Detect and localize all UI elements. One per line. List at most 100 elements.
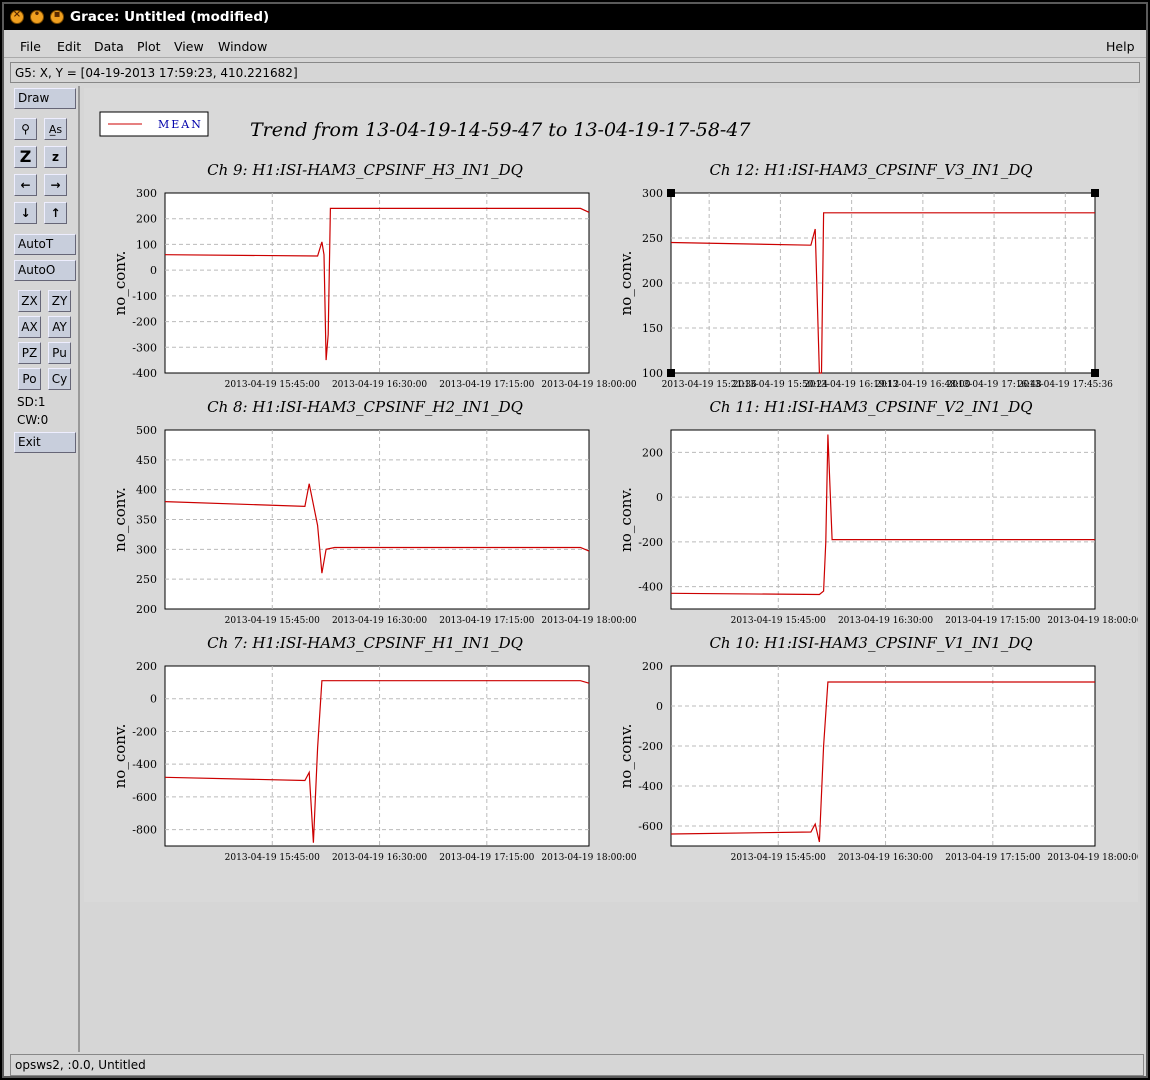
x-tick-label: 2013-04-19 16:30:00 [332, 380, 427, 390]
y-tick-label: -200 [638, 536, 663, 549]
window-title: Grace: Untitled (modified) [70, 9, 270, 25]
x-tick-label: 2013-04-19 18:00:00 [1047, 616, 1138, 626]
ay-button[interactable]: AY [48, 316, 71, 338]
title-bar[interactable]: × • ▪ Grace: Untitled (modified) [4, 4, 1146, 30]
y-tick-label: -200 [132, 725, 157, 738]
zy-button[interactable]: ZY [48, 290, 71, 312]
pu-button[interactable]: Pu [48, 342, 71, 364]
scroll-right-button[interactable]: → [44, 174, 67, 196]
scroll-up-button[interactable]: ↑ [44, 202, 67, 224]
y-tick-label: 200 [136, 213, 157, 226]
y-tick-label: -400 [638, 780, 663, 793]
autoo-button[interactable]: AutoO [14, 260, 76, 281]
status-bar: opsws2, :0.0, Untitled [10, 1054, 1144, 1076]
menu-help[interactable]: Help [1106, 39, 1135, 54]
y-tick-label: -200 [132, 316, 157, 329]
menu-edit[interactable]: Edit [57, 39, 81, 54]
menu-file[interactable]: File [20, 39, 41, 54]
legend-box: MEAN [99, 111, 209, 137]
maximize-icon[interactable]: ▪ [50, 9, 64, 24]
chart-title: Ch 7: H1:ISI-HAM3_CPSINF_H1_IN1_DQ [207, 634, 523, 652]
plot-title: Trend from 13-04-19-14-59-47 to 13-04-19… [250, 119, 751, 141]
grace-window: × • ▪ Grace: Untitled (modified) File Ed… [2, 2, 1148, 1078]
x-tick-label: 2013-04-19 15:45:00 [731, 853, 826, 863]
y-tick-label: 150 [642, 322, 663, 335]
zoom-large-icon: Z [19, 147, 32, 166]
y-tick-label: 200 [642, 446, 663, 459]
y-tick-label: 200 [136, 660, 157, 673]
zoom-button[interactable]: ⚲ [14, 118, 37, 140]
minimize-icon[interactable]: • [30, 9, 44, 24]
y-tick-label: 450 [136, 454, 157, 467]
arrow-right-icon: → [50, 178, 61, 192]
x-tick-label: 2013-04-19 17:15:00 [439, 380, 534, 390]
x-tick-label: 2013-04-19 16:30:00 [838, 853, 933, 863]
stack-depth-label: SD:1 [17, 395, 46, 409]
x-tick-label: 2013-04-19 18:00:00 [541, 853, 636, 863]
y-tick-label: -300 [132, 341, 157, 354]
close-icon[interactable]: × [10, 9, 24, 24]
y-tick-label: 0 [150, 693, 157, 706]
chart-4: Ch 7: H1:ISI-HAM3_CPSINF_H1_IN1_DQ 200 0 -2… [111, 634, 637, 863]
y-tick-label: 250 [136, 573, 157, 586]
scroll-left-button[interactable]: ← [14, 174, 37, 196]
y-tick-label: 0 [150, 264, 157, 277]
y-tick-label: 400 [136, 484, 157, 497]
menu-window[interactable]: Window [218, 39, 267, 54]
y-axis-label: no_conv. [617, 487, 635, 552]
autot-button[interactable]: AutoT [14, 234, 76, 255]
menu-plot[interactable]: Plot [137, 39, 161, 54]
y-tick-label: -200 [638, 740, 663, 753]
y-tick-label: 0 [656, 491, 663, 504]
x-tick-label: 2013-04-19 17:15:00 [945, 853, 1040, 863]
y-tick-label: 500 [136, 424, 157, 437]
ax-button[interactable]: AX [18, 316, 41, 338]
chart-5: Ch 10: H1:ISI-HAM3_CPSINF_V1_IN1_DQ 200 0 -… [617, 634, 1143, 863]
plot-frame [164, 192, 590, 374]
graph-area[interactable]: MEAN Trend from 13-04-19-14-59-47 to 13-… [84, 88, 1143, 902]
y-tick-label: 200 [136, 603, 157, 616]
zoom-out-button[interactable]: z [44, 146, 67, 168]
po-button[interactable]: Po [18, 368, 41, 390]
y-tick-label: -400 [132, 367, 157, 380]
menu-bar: File Edit Data Plot View Window Help [4, 30, 1146, 58]
x-tick-label: 2013-04-19 16:30:00 [332, 853, 427, 863]
autoscale-text-button[interactable]: A̲s [44, 118, 67, 140]
y-axis-label: no_conv. [111, 251, 129, 316]
x-tick-label: 2013-04-19 18:00:00 [1047, 853, 1138, 863]
y-axis-label: no_conv. [617, 251, 635, 316]
y-tick-label: 300 [136, 187, 157, 200]
x-tick-label: 2013-04-19 17:45:36 [1018, 380, 1113, 390]
chart-title: Ch 10: H1:ISI-HAM3_CPSINF_V1_IN1_DQ [709, 634, 1032, 652]
exit-button[interactable]: Exit [14, 432, 76, 453]
menu-view[interactable]: View [174, 39, 204, 54]
y-tick-label: 350 [136, 514, 157, 527]
pz-button[interactable]: PZ [18, 342, 41, 364]
cy-button[interactable]: Cy [48, 368, 71, 390]
plot-frame [164, 665, 590, 847]
scroll-down-button[interactable]: ↓ [14, 202, 37, 224]
chart-title: Ch 8: H1:ISI-HAM3_CPSINF_H2_IN1_DQ [207, 398, 523, 416]
tool-panel: Draw ⚲ A̲s Z z ← → ↓ ↑ AutoT AutoO ZX ZY… [8, 86, 80, 1052]
arrow-left-icon: ← [20, 178, 31, 192]
plot-frame [670, 665, 1096, 847]
x-tick-label: 2013-04-19 18:00:00 [541, 380, 636, 390]
x-tick-label: 2013-04-19 17:15:00 [945, 616, 1040, 626]
y-tick-label: 250 [642, 232, 663, 245]
chart-1: Ch 12: H1:ISI-HAM3_CPSINF_V3_IN1_DQ 300 25… [617, 161, 1113, 390]
draw-button[interactable]: Draw [14, 88, 76, 109]
y-tick-label: 300 [642, 187, 663, 200]
menu-data[interactable]: Data [94, 39, 124, 54]
selection-handle [1091, 369, 1099, 377]
zoom-in-button[interactable]: Z [14, 146, 37, 168]
y-tick-label: -600 [638, 820, 663, 833]
chart-0: Ch 9: H1:ISI-HAM3_CPSINF_H3_IN1_DQ 300 200… [111, 161, 637, 390]
y-tick-label: 100 [136, 238, 157, 251]
plot-canvas[interactable]: MEAN Trend from 13-04-19-14-59-47 to 13-… [84, 88, 1143, 902]
chart-title: Ch 9: H1:ISI-HAM3_CPSINF_H3_IN1_DQ [207, 161, 523, 179]
zx-button[interactable]: ZX [18, 290, 41, 312]
plot-frame [670, 429, 1096, 610]
chart-title: Ch 12: H1:ISI-HAM3_CPSINF_V3_IN1_DQ [709, 161, 1032, 179]
legend-label: MEAN [158, 118, 203, 131]
selection-handle [667, 189, 675, 197]
